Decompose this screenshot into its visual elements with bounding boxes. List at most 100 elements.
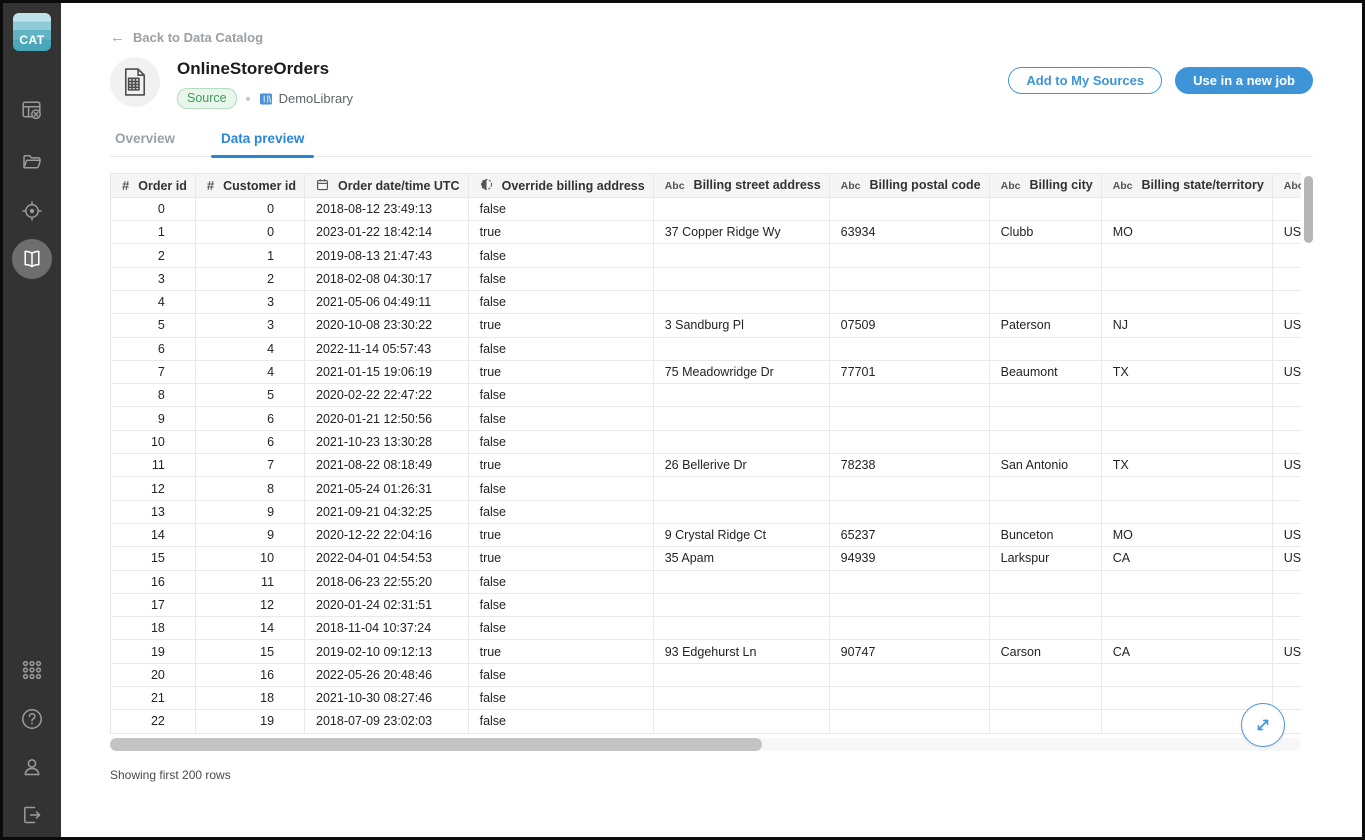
- table-cell: 4: [195, 337, 304, 360]
- use-in-new-job-button[interactable]: Use in a new job: [1175, 67, 1313, 94]
- column-header-label: Billing postal code: [870, 178, 981, 192]
- sidebar-item-account[interactable]: [3, 755, 61, 779]
- sidebar-item-logout[interactable]: [3, 803, 61, 827]
- sidebar-item-help[interactable]: [3, 706, 61, 732]
- table-cell: 1: [195, 244, 304, 267]
- active-item-highlight: [12, 239, 52, 279]
- table-cell: false: [468, 593, 653, 616]
- tab-data-preview[interactable]: Data preview: [216, 131, 309, 156]
- table-cell: false: [468, 384, 653, 407]
- table-cell: [653, 477, 829, 500]
- sidebar-item-apps[interactable]: [3, 658, 61, 682]
- dot-separator: [246, 97, 250, 101]
- back-link[interactable]: ← Back to Data Catalog: [110, 29, 263, 46]
- table-row: 962020-01-21 12:50:56false: [111, 407, 1301, 430]
- expand-table-button[interactable]: [1241, 703, 1285, 747]
- main-content: ← Back to Data Catalog OnlineStoreOrders: [61, 3, 1362, 837]
- table-cell: 9: [195, 500, 304, 523]
- sidebar: CAT: [3, 3, 61, 837]
- apps-grid-icon: [20, 658, 44, 682]
- sidebar-item-discover[interactable]: [3, 199, 61, 223]
- table-cell: 2021-05-06 04:49:11: [305, 290, 469, 313]
- table-cell: 26 Bellerive Dr: [653, 454, 829, 477]
- table-cell: MO: [1101, 523, 1272, 546]
- table-cell: 15: [195, 640, 304, 663]
- table-cell: false: [468, 407, 653, 430]
- table-cell: 0: [195, 197, 304, 220]
- column-header: AbcBilling city: [989, 174, 1101, 197]
- data-preview-table: #Order id#Customer idOrder date/time UTC…: [111, 174, 1301, 734]
- cat-logo[interactable]: CAT: [13, 13, 51, 51]
- column-header: AbcBilling country: [1272, 174, 1301, 197]
- table-cell: US: [1272, 221, 1301, 244]
- hash-icon: #: [122, 178, 129, 193]
- table-cell: 5: [195, 384, 304, 407]
- table-cell: 2019-08-13 21:47:43: [305, 244, 469, 267]
- column-header-label: Billing state/territory: [1142, 178, 1264, 192]
- vertical-scrollbar-thumb[interactable]: [1304, 176, 1313, 243]
- cat-logo-label: CAT: [19, 33, 44, 51]
- horizontal-scrollbar-track[interactable]: [110, 738, 1301, 751]
- table-cell: true: [468, 640, 653, 663]
- library-name: DemoLibrary: [279, 91, 353, 106]
- table-row: 17122020-01-24 02:31:51false: [111, 593, 1301, 616]
- table-row: 322018-02-08 04:30:17false: [111, 267, 1301, 290]
- table-cell: [989, 477, 1101, 500]
- table-row: 852020-02-22 22:47:22false: [111, 384, 1301, 407]
- table-cell: 2021-01-15 19:06:19: [305, 360, 469, 383]
- library-link[interactable]: DemoLibrary: [259, 91, 353, 106]
- table-cell: [989, 290, 1101, 313]
- table-cell: [1101, 570, 1272, 593]
- table-cell: true: [468, 314, 653, 337]
- table-cell: NJ: [1101, 314, 1272, 337]
- table-cell: 2020-12-22 22:04:16: [305, 523, 469, 546]
- table-row: 532020-10-08 23:30:22true3 Sandburg Pl07…: [111, 314, 1301, 337]
- table-row: 20162022-05-26 20:48:46false: [111, 663, 1301, 686]
- table-cell: 17: [111, 593, 195, 616]
- table-cell: false: [468, 500, 653, 523]
- table-cell: [653, 430, 829, 453]
- table-cell: [653, 197, 829, 220]
- data-preview-table-area: #Order id#Customer idOrder date/time UTC…: [110, 173, 1313, 751]
- table-cell: 19: [111, 640, 195, 663]
- horizontal-scrollbar-thumb[interactable]: [110, 738, 762, 751]
- table-cell: 11: [111, 454, 195, 477]
- table-cell: 11: [195, 570, 304, 593]
- table-jobs-icon: [20, 98, 44, 122]
- library-icon: [259, 92, 273, 106]
- table-cell: false: [468, 430, 653, 453]
- calendar-icon: [316, 178, 329, 191]
- table-cell: [1101, 267, 1272, 290]
- table-cell: [1101, 663, 1272, 686]
- add-to-my-sources-button[interactable]: Add to My Sources: [1008, 67, 1162, 94]
- table-cell: [1272, 617, 1301, 640]
- table-cell: [989, 593, 1101, 616]
- target-icon: [20, 199, 44, 223]
- table-cell: 10: [111, 430, 195, 453]
- table-cell: CA: [1101, 547, 1272, 570]
- column-header: #Customer id: [195, 174, 304, 197]
- table-cell: 4: [195, 360, 304, 383]
- table-row: 19152019-02-10 09:12:13true93 Edgehurst …: [111, 640, 1301, 663]
- table-cell: [1272, 477, 1301, 500]
- table-cell: 9 Crystal Ridge Ct: [653, 523, 829, 546]
- table-cell: 20: [111, 663, 195, 686]
- table-cell: 0: [195, 221, 304, 244]
- table-cell: 3: [195, 290, 304, 313]
- table-cell: [1272, 197, 1301, 220]
- table-cell: [829, 337, 989, 360]
- table-cell: 2022-11-14 05:57:43: [305, 337, 469, 360]
- sidebar-item-projects[interactable]: [3, 150, 61, 174]
- sidebar-item-data-catalog[interactable]: [3, 239, 61, 279]
- table-clip: #Order id#Customer idOrder date/time UTC…: [110, 173, 1301, 734]
- table-cell: 16: [111, 570, 195, 593]
- sidebar-item-jobs[interactable]: [3, 98, 61, 122]
- table-cell: 2020-02-22 22:47:22: [305, 384, 469, 407]
- tab-bar: Overview Data preview: [110, 131, 1313, 157]
- help-icon: [19, 706, 45, 732]
- table-cell: [653, 244, 829, 267]
- table-cell: [989, 570, 1101, 593]
- table-cell: [989, 244, 1101, 267]
- tab-overview[interactable]: Overview: [110, 131, 180, 156]
- table-cell: 7: [195, 454, 304, 477]
